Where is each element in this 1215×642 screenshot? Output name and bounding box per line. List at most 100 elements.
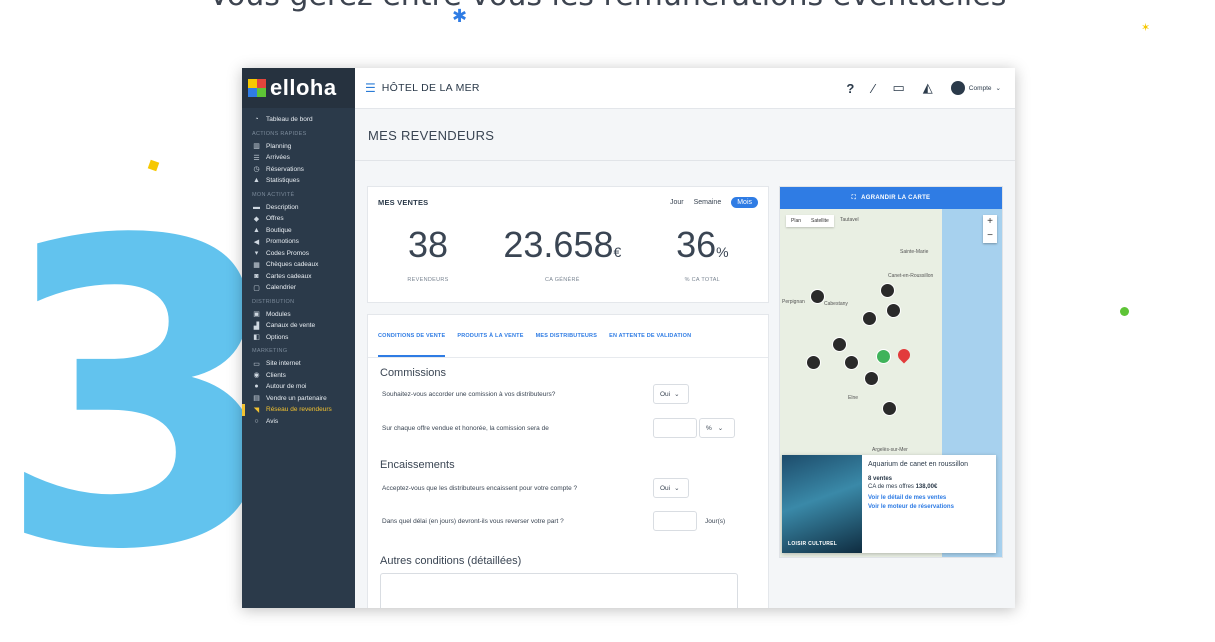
stat-label: % CA TOTAL — [684, 277, 721, 283]
commission-unit-select[interactable]: % ⌄ — [699, 418, 735, 438]
sidebar-item-label: Arrivées — [266, 154, 290, 162]
sidebar-item-label: Calendrier — [266, 284, 296, 292]
place-photo[interactable]: LOISIR CULTUREL — [782, 455, 862, 553]
delay-question: Dans quel délai (en jours) devront-ils v… — [382, 518, 564, 525]
sales-detail-link[interactable]: Voir le détail de mes ventes — [868, 495, 990, 501]
sidebar-item[interactable]: ▲ Boutique — [242, 225, 355, 237]
sidebar-item[interactable]: ◥ Réseau de revendeurs — [242, 404, 355, 416]
zoom-in-button[interactable]: + — [983, 215, 997, 229]
map-canvas[interactable]: Plan Satellite + − Tautavel Sainte-Marie… — [780, 209, 1002, 557]
cart-icon: ▾ — [254, 250, 259, 258]
bell-icon[interactable]: ◭ — [923, 80, 933, 96]
sidebar-item[interactable]: ● Autour de moi — [242, 381, 355, 393]
sidebar-item[interactable]: ▣ Modules — [242, 309, 355, 321]
period-week[interactable]: Semaine — [694, 199, 722, 206]
map-marker[interactable] — [886, 303, 901, 318]
stat-label: CA GÉNÉRÉ — [544, 277, 580, 283]
menu-toggle-icon[interactable]: ☰ — [365, 81, 376, 95]
sidebar-item[interactable]: ▲ Statistiques — [242, 175, 355, 187]
gift-icon: ◙ — [254, 272, 259, 280]
commission-rate-input[interactable] — [653, 418, 697, 438]
sales-card: MES VENTES Jour Semaine Mois 38 REVENDEU… — [367, 186, 769, 303]
map-marker[interactable] — [880, 283, 895, 298]
expand-map-button[interactable]: ⛶ AGRANDIR LA CARTE — [780, 187, 1002, 209]
sidebar-item-label: Promotions — [266, 238, 299, 246]
sidebar-item-label: Canaux de vente — [266, 322, 316, 330]
stat-unit: % — [716, 244, 729, 260]
account-menu[interactable]: Compte ⌄ — [950, 81, 1001, 95]
sidebar-item[interactable]: ◧ Options — [242, 332, 355, 344]
period-month[interactable]: Mois — [731, 197, 758, 208]
map-marker[interactable] — [862, 311, 877, 326]
sidebar-item[interactable]: ◔ Tableau de bord — [242, 114, 355, 126]
sidebar-item-label: Tableau de bord — [266, 116, 313, 124]
other-conditions-textarea[interactable] — [380, 573, 738, 608]
zoom-out-button[interactable]: − — [983, 229, 997, 243]
period-switch: Jour Semaine Mois — [670, 197, 758, 208]
sidebar-item[interactable]: ▥ Planning — [242, 141, 355, 153]
logo-mark-icon — [248, 79, 266, 97]
map-marker[interactable] — [832, 337, 847, 352]
map-marker[interactable] — [864, 371, 879, 386]
map-type-plan[interactable]: Plan — [786, 215, 806, 227]
sidebar-item-label: Réservations — [266, 165, 304, 173]
sidebar-item[interactable]: ◷ Réservations — [242, 164, 355, 176]
sidebar-item-label: Cartes cadeaux — [266, 272, 312, 280]
chart-icon: ▥ — [253, 143, 260, 151]
map-marker[interactable] — [806, 355, 821, 370]
map-marker[interactable] — [810, 289, 825, 304]
sidebar-item[interactable]: ◙ Cartes cadeaux — [242, 271, 355, 283]
delay-input[interactable] — [653, 511, 697, 531]
map-town: Argelès-sur-Mer — [872, 447, 908, 453]
topbar: ☰ HÔTEL DE LA MER ? ⁄ ▭ ◭ Compte ⌄ — [355, 68, 1015, 109]
sidebar-item[interactable]: ◆ Offres — [242, 213, 355, 225]
stat-value: 36 — [676, 224, 717, 265]
commission-rate-question: Sur chaque offre vendue et honorée, la c… — [382, 425, 549, 432]
sidebar-item[interactable]: ◉ Clients — [242, 370, 355, 382]
tab-products[interactable]: PRODUITS À LA VENTE — [457, 315, 523, 357]
map-card: ⛶ AGRANDIR LA CARTE Plan Satellite + − Ta… — [779, 186, 1003, 558]
megaphone-icon: ◀ — [253, 238, 260, 246]
sidebar-item[interactable]: ▤ Vendre un partenaire — [242, 393, 355, 405]
map-town: Tautavel — [840, 217, 859, 223]
commission-select[interactable]: Oui ⌄ — [653, 384, 689, 404]
map-marker[interactable] — [876, 349, 891, 364]
brand-logo[interactable]: elloha — [242, 68, 355, 108]
sidebar-item[interactable]: ▾ Codes Promos — [242, 248, 355, 260]
calendar-icon: ▢ — [253, 284, 260, 292]
module-icon: ▣ — [253, 311, 260, 319]
booking-engine-link[interactable]: Voir le moteur de réservations — [868, 504, 990, 510]
collect-select[interactable]: Oui ⌄ — [653, 478, 689, 498]
card-icon: ▤ — [253, 395, 260, 403]
sidebar-item-label: Statistiques — [266, 177, 300, 185]
sidebar-item[interactable]: ▦ Chèques cadeaux — [242, 259, 355, 271]
magic-wand-icon[interactable]: ⁄ — [872, 81, 874, 96]
sidebar-item[interactable]: ▢ Calendrier — [242, 282, 355, 294]
sidebar-item[interactable]: ▟ Canaux de vente — [242, 320, 355, 332]
map-type-satellite[interactable]: Satellite — [806, 215, 834, 227]
brand-name: elloha — [270, 75, 337, 100]
sidebar-item[interactable]: ▭ Site internet — [242, 358, 355, 370]
sidebar-item[interactable]: ○ Avis — [242, 416, 355, 428]
map-marker[interactable] — [882, 401, 897, 416]
hotel-name[interactable]: HÔTEL DE LA MER — [382, 82, 480, 94]
chevron-down-icon: ⌄ — [995, 85, 1001, 92]
selected-location-pin-icon[interactable] — [895, 346, 913, 364]
tab-distributors[interactable]: MES DISTRIBUTEURS — [536, 315, 597, 357]
help-icon[interactable]: ? — [846, 81, 854, 96]
sidebar-item[interactable]: ▬ Description — [242, 202, 355, 214]
monitor-icon[interactable]: ▭ — [892, 80, 904, 96]
sidebar-section-label: DISTRIBUTION — [252, 298, 295, 305]
delay-unit: Jour(s) — [705, 518, 726, 525]
tabs: CONDITIONS DE VENTE PRODUITS À LA VENTE … — [368, 315, 768, 358]
map-town: Cabestany — [824, 301, 848, 307]
period-day[interactable]: Jour — [670, 199, 684, 206]
map-type-switch: Plan Satellite — [786, 215, 834, 227]
tab-conditions[interactable]: CONDITIONS DE VENTE — [378, 315, 446, 357]
sidebar-item[interactable]: ☰ Arrivées — [242, 152, 355, 164]
sidebar-item[interactable]: ◀ Promotions — [242, 236, 355, 248]
expand-icon: ⛶ — [851, 194, 857, 201]
map-marker[interactable] — [844, 355, 859, 370]
tab-pending[interactable]: EN ATTENTE DE VALIDATION — [609, 315, 691, 357]
sidebar-item-label: Offres — [266, 215, 284, 223]
